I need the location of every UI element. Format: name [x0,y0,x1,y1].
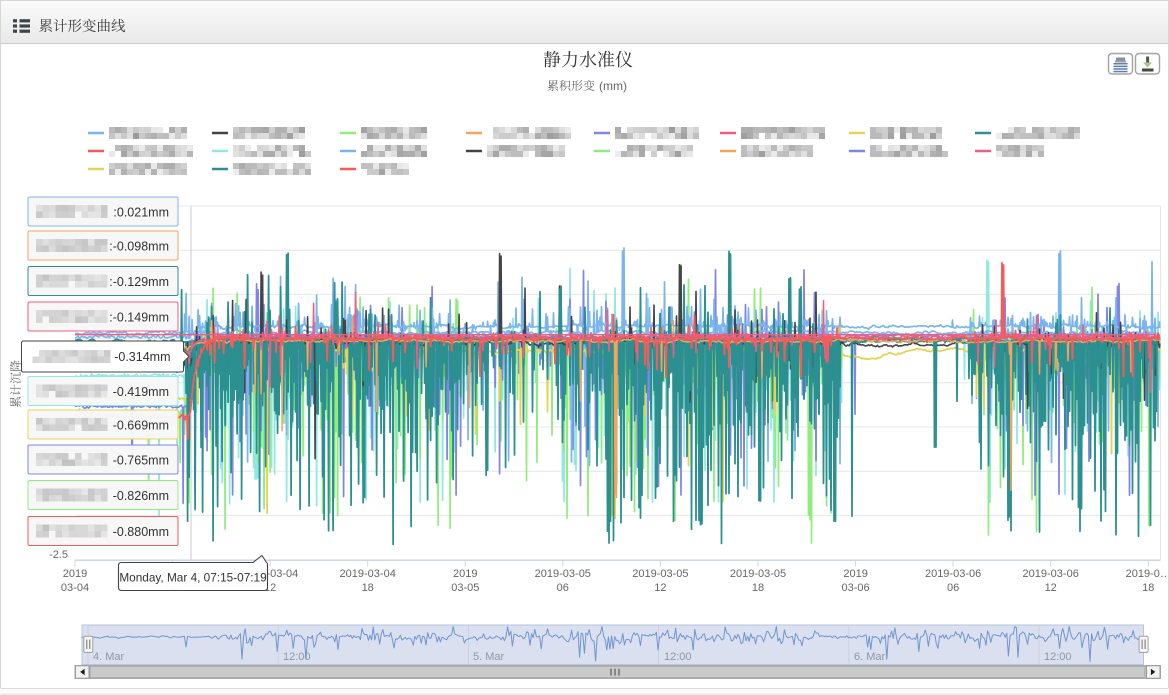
svg-text:03-05: 03-05 [451,582,479,594]
svg-text:2019-03-05: 2019-03-05 [535,568,591,580]
svg-text:-0.419mm: -0.419mm [113,385,169,399]
svg-text:4. Mar: 4. Mar [93,651,125,663]
svg-text:6. Mar: 6. Mar [854,651,886,663]
svg-text:18: 18 [362,582,374,594]
svg-text:-0.669mm: -0.669mm [113,419,169,433]
svg-text:03-06: 03-06 [842,582,870,594]
svg-text:2019-03-05: 2019-03-05 [632,568,688,580]
svg-text:2019: 2019 [63,568,87,580]
svg-text::-0.129mm: :-0.129mm [109,275,169,289]
svg-text:-0.826mm: -0.826mm [113,489,169,503]
svg-text:2019: 2019 [453,568,477,580]
svg-text:06: 06 [557,582,569,594]
svg-text:2019-03-06: 2019-03-06 [1023,568,1079,580]
svg-text:2019: 2019 [843,568,867,580]
svg-text:2019-03-06: 2019-03-06 [925,568,981,580]
svg-text:12:00: 12:00 [664,651,692,663]
svg-text:-0.880mm: -0.880mm [113,525,169,539]
svg-text:2019-03-05: 2019-03-05 [730,568,786,580]
svg-text:2019-0…: 2019-0… [1126,568,1169,580]
svg-text:12:00: 12:00 [1044,651,1072,663]
svg-text:-2.5: -2.5 [49,549,68,561]
svg-text::-0.149mm: :-0.149mm [109,311,169,325]
svg-text:5. Mar: 5. Mar [473,651,505,663]
svg-text:12: 12 [654,582,666,594]
svg-text:12: 12 [1045,582,1057,594]
svg-text:18: 18 [752,582,764,594]
svg-text:2019-03-04: 2019-03-04 [340,568,396,580]
svg-text:(mm): (mm) [599,79,627,93]
svg-text:-0.314mm: -0.314mm [114,350,170,364]
svg-text:-0.765mm: -0.765mm [113,454,169,468]
svg-text:06: 06 [947,582,959,594]
svg-text:Monday, Mar 4, 07:15-07:19: Monday, Mar 4, 07:15-07:19 [119,571,266,585]
svg-text:03-04: 03-04 [61,582,89,594]
svg-text::-0.098mm: :-0.098mm [109,240,169,254]
svg-text::0.021mm: :0.021mm [113,206,169,220]
svg-text:18: 18 [1142,582,1154,594]
